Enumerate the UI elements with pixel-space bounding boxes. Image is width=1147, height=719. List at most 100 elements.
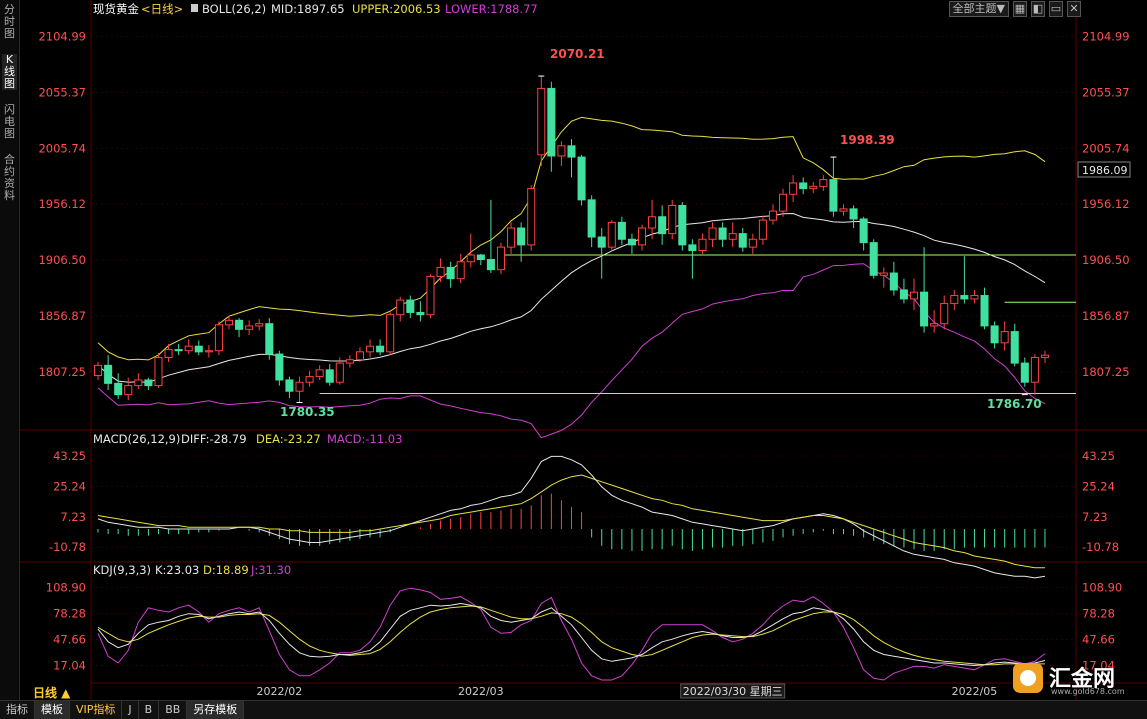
candle-body (859, 218, 868, 244)
symbol-title: 现货黄金 (93, 2, 139, 16)
candle-body (194, 345, 203, 353)
candle-body (466, 254, 475, 263)
nav-tab-timeshare[interactable]: 分时图 (2, 4, 17, 40)
candle-body (930, 323, 939, 327)
tab-bb[interactable]: BB (159, 701, 188, 719)
kdj-tick-left: 17.04 (53, 659, 86, 673)
tab-template[interactable]: 模板 (35, 701, 70, 719)
price-tick-left: 1906.50 (38, 253, 86, 267)
candle-body (315, 369, 324, 378)
kdj-tick-right: 47.66 (1082, 632, 1115, 646)
candle-body (688, 244, 697, 252)
layout-grid-button[interactable]: ▦ (1013, 1, 1027, 17)
annotation-low-right: 1786.70 (987, 397, 1042, 411)
candle-body (738, 233, 747, 248)
candle-body (325, 369, 334, 383)
candle-body (366, 345, 375, 353)
candle-body (436, 266, 445, 277)
price-tick-left: 1956.12 (38, 197, 86, 211)
candle-body (1000, 331, 1009, 344)
kdj-k: K:23.03 (155, 563, 199, 577)
macd-value: MACD:-11.03 (327, 432, 402, 446)
candle-body (144, 379, 153, 387)
tab-save-template[interactable]: 另存模板 (187, 701, 245, 719)
candle-body (295, 381, 304, 392)
candle-body (224, 319, 234, 326)
macd-tick-left: 43.25 (53, 449, 86, 463)
period-label: <日线> (141, 2, 183, 16)
tab-j[interactable]: J (122, 701, 139, 719)
candle-body (204, 350, 213, 353)
left-nav: 分时图 K线图 闪电图 合约资料 (0, 0, 20, 700)
candle-body (879, 272, 888, 276)
macd-tick-left: 25.24 (53, 479, 86, 493)
candle-body (587, 199, 596, 238)
tab-indicator[interactable]: 指标 (0, 701, 35, 719)
site-logo: 汇金网 www.gold678.com (1013, 660, 1141, 698)
candle-body (779, 193, 788, 212)
candle-body (839, 208, 848, 212)
candle-body (396, 299, 405, 316)
macd-tick-right: -10.78 (1082, 540, 1119, 554)
x-axis-label: 2022/03 (458, 685, 504, 698)
nav-tab-kline[interactable]: K线图 (2, 54, 17, 90)
logo-url: www.gold678.com (1051, 687, 1125, 696)
candle-body (245, 325, 254, 330)
candle-body (648, 216, 657, 229)
candle-body (386, 314, 395, 353)
price-tick-left: 2104.99 (38, 30, 86, 44)
macd-label: MACD(26,12,9) (93, 432, 180, 446)
candle-body (517, 227, 526, 246)
candle-body (960, 295, 969, 300)
price-tick-right: 2005.74 (1082, 141, 1130, 155)
chart-area[interactable]: 2104.99 2104.99 2055.37 2055.37 2005.74 2005.… (20, 0, 1147, 700)
candle-body (134, 379, 143, 387)
candle-body (698, 238, 707, 252)
price-tick-left: 2005.74 (38, 141, 86, 155)
candle-body (909, 291, 919, 300)
kdj-j: J:31.30 (250, 563, 291, 577)
maximize-button[interactable]: ▭ (1049, 1, 1063, 17)
nav-tab-flash[interactable]: 闪电图 (2, 104, 17, 140)
candle-body (446, 266, 455, 280)
close-button[interactable]: ✕ (1067, 1, 1081, 17)
candle-body (547, 87, 556, 157)
candle-body (708, 227, 717, 240)
tab-b[interactable]: B (139, 701, 160, 719)
period-button[interactable]: 日线 ▲ (33, 685, 71, 700)
candle-body (527, 188, 536, 246)
candle-body (416, 311, 425, 316)
candle-body (577, 156, 586, 201)
candle-body (537, 87, 546, 156)
candle-body (1030, 356, 1039, 383)
candle-body (849, 208, 858, 220)
candle-body (809, 185, 818, 190)
candle-body (597, 236, 606, 248)
layout-split-button[interactable]: ◧ (1031, 1, 1045, 17)
candle-body (124, 385, 133, 396)
candle-body (678, 204, 687, 246)
candle-body (869, 242, 878, 276)
kdj-tick-left: 47.66 (53, 632, 86, 646)
current-price-tag: 1986.09 (1077, 161, 1131, 178)
theme-select[interactable]: 全部主题▼ (948, 1, 1009, 17)
candle-body (174, 349, 183, 352)
current-price-value: 1986.09 (1082, 164, 1128, 177)
candle-body (1020, 362, 1029, 383)
candle-body (335, 362, 344, 383)
tab-vip-indicator[interactable]: VIP指标 (70, 701, 123, 719)
candle-body (557, 145, 566, 157)
candle-body (104, 364, 113, 384)
candle-body (748, 238, 757, 248)
candle-body (889, 272, 898, 291)
candle-body (899, 289, 908, 300)
crosshair-date-label: 2022/03/30 星期三 (683, 685, 783, 698)
candle-body (164, 349, 173, 358)
nav-tab-contract[interactable]: 合约资料 (2, 154, 17, 202)
candle-body (456, 261, 465, 280)
candle-body (970, 295, 979, 300)
candle-body (920, 291, 929, 327)
annotation-high: 2070.21 (550, 47, 605, 61)
annotation-low-left: 1780.35 (280, 405, 335, 419)
macd-tick-left: -10.78 (49, 540, 86, 554)
